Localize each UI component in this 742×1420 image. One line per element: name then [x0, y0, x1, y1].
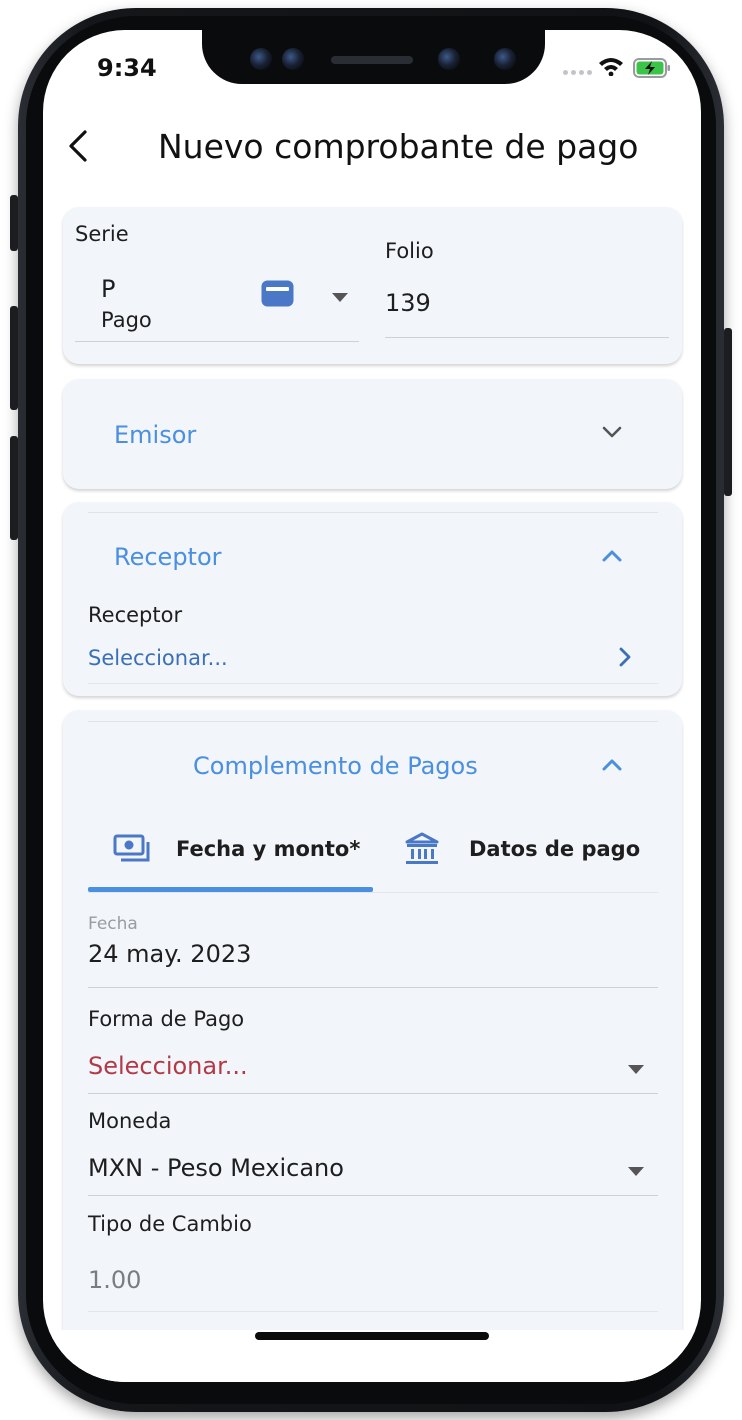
- proximity-sensor-icon: [494, 48, 516, 70]
- tab-fecha-monto[interactable]: Fecha y monto*: [88, 820, 373, 892]
- tipo-cambio-underline: [88, 1311, 658, 1312]
- receptor-header[interactable]: Receptor: [63, 522, 682, 592]
- front-camera-icon: [250, 48, 272, 70]
- moneda-value: MXN - Peso Mexicano: [88, 1154, 344, 1182]
- receptor-top-divider: [88, 512, 658, 513]
- fecha-label: Fecha: [88, 914, 138, 934]
- moneda-underline: [88, 1195, 658, 1196]
- forma-pago-underline: [88, 1093, 658, 1094]
- sensor-icon: [282, 48, 304, 70]
- receptor-title: Receptor: [114, 543, 222, 571]
- face-id-sensor-icon: [438, 48, 460, 70]
- complemento-header[interactable]: Complemento de Pagos: [63, 730, 682, 802]
- receptor-card: Receptor Receptor Seleccionar...: [63, 502, 682, 696]
- tipo-cambio-value: 1.00: [88, 1266, 142, 1294]
- cellular-signal-icon: [563, 70, 592, 75]
- speaker-grille: [331, 56, 413, 64]
- moneda-dropdown[interactable]: MXN - Peso Mexicano: [88, 1148, 658, 1196]
- folio-underline: [385, 337, 669, 338]
- serie-name: Pago: [101, 308, 152, 332]
- chevron-up-icon: [602, 759, 622, 771]
- chevron-up-icon: [602, 550, 622, 562]
- chevron-right-icon: [619, 647, 631, 667]
- receptor-select-row[interactable]: Seleccionar...: [88, 640, 658, 684]
- back-arrow-icon[interactable]: [65, 128, 93, 164]
- complemento-top-divider: [88, 721, 658, 722]
- serie-code: P: [101, 275, 116, 303]
- screen: 9:34 Nuevo comprobante de pago Serie P P…: [43, 30, 701, 1382]
- tab-fecha-monto-label: Fecha y monto*: [176, 837, 361, 861]
- tabs-divider: [88, 892, 658, 893]
- serie-dropdown-arrow-icon: [332, 293, 348, 302]
- folio-field[interactable]: 139: [385, 277, 669, 339]
- volume-up-button: [10, 306, 18, 410]
- fecha-field[interactable]: Fecha 24 may. 2023: [88, 908, 658, 988]
- serie-folio-card: Serie P Pago Folio 139: [63, 207, 682, 364]
- tipo-cambio-label: Tipo de Cambio: [88, 1212, 252, 1236]
- emisor-title: Emisor: [114, 421, 197, 449]
- money-icon: [113, 834, 150, 862]
- tab-datos-pago-label: Datos de pago: [469, 837, 641, 861]
- bank-icon: [405, 832, 439, 864]
- receipt-icon: [261, 280, 294, 307]
- forma-pago-dropdown-arrow-icon: [628, 1065, 644, 1074]
- folio-value: 139: [385, 289, 431, 317]
- home-indicator[interactable]: [255, 1332, 489, 1340]
- forma-pago-value: Seleccionar...: [88, 1052, 248, 1080]
- volume-down-button: [10, 436, 18, 540]
- receptor-select-value: Seleccionar...: [88, 646, 228, 670]
- battery-charging-icon: [633, 58, 670, 78]
- wifi-icon: [599, 58, 623, 76]
- fecha-underline: [88, 987, 658, 988]
- folio-label: Folio: [385, 239, 434, 263]
- complemento-card: Complemento de Pagos Fecha y monto* Dato…: [63, 710, 682, 1382]
- serie-dropdown[interactable]: P Pago: [75, 265, 359, 342]
- serie-label: Serie: [75, 222, 129, 246]
- emisor-card[interactable]: Emisor: [63, 379, 682, 489]
- chevron-down-icon: [602, 426, 622, 438]
- moneda-label: Moneda: [88, 1109, 172, 1133]
- serie-underline: [75, 341, 359, 342]
- tab-datos-pago[interactable]: Datos de pago: [373, 820, 658, 892]
- complemento-title: Complemento de Pagos: [193, 752, 478, 780]
- receptor-bottom-divider: [88, 683, 658, 684]
- moneda-dropdown-arrow-icon: [628, 1167, 644, 1176]
- power-button: [724, 328, 732, 496]
- receptor-field-label: Receptor: [88, 603, 183, 627]
- forma-pago-label: Forma de Pago: [88, 1007, 245, 1031]
- tipo-cambio-field[interactable]: 1.00: [88, 1250, 658, 1312]
- status-time: 9:34: [97, 54, 157, 82]
- fecha-value: 24 may. 2023: [88, 940, 252, 968]
- forma-pago-dropdown[interactable]: Seleccionar...: [88, 1046, 658, 1094]
- notch: [202, 30, 545, 84]
- mute-switch: [10, 195, 18, 251]
- page-title: Nuevo comprobante de pago: [158, 127, 639, 166]
